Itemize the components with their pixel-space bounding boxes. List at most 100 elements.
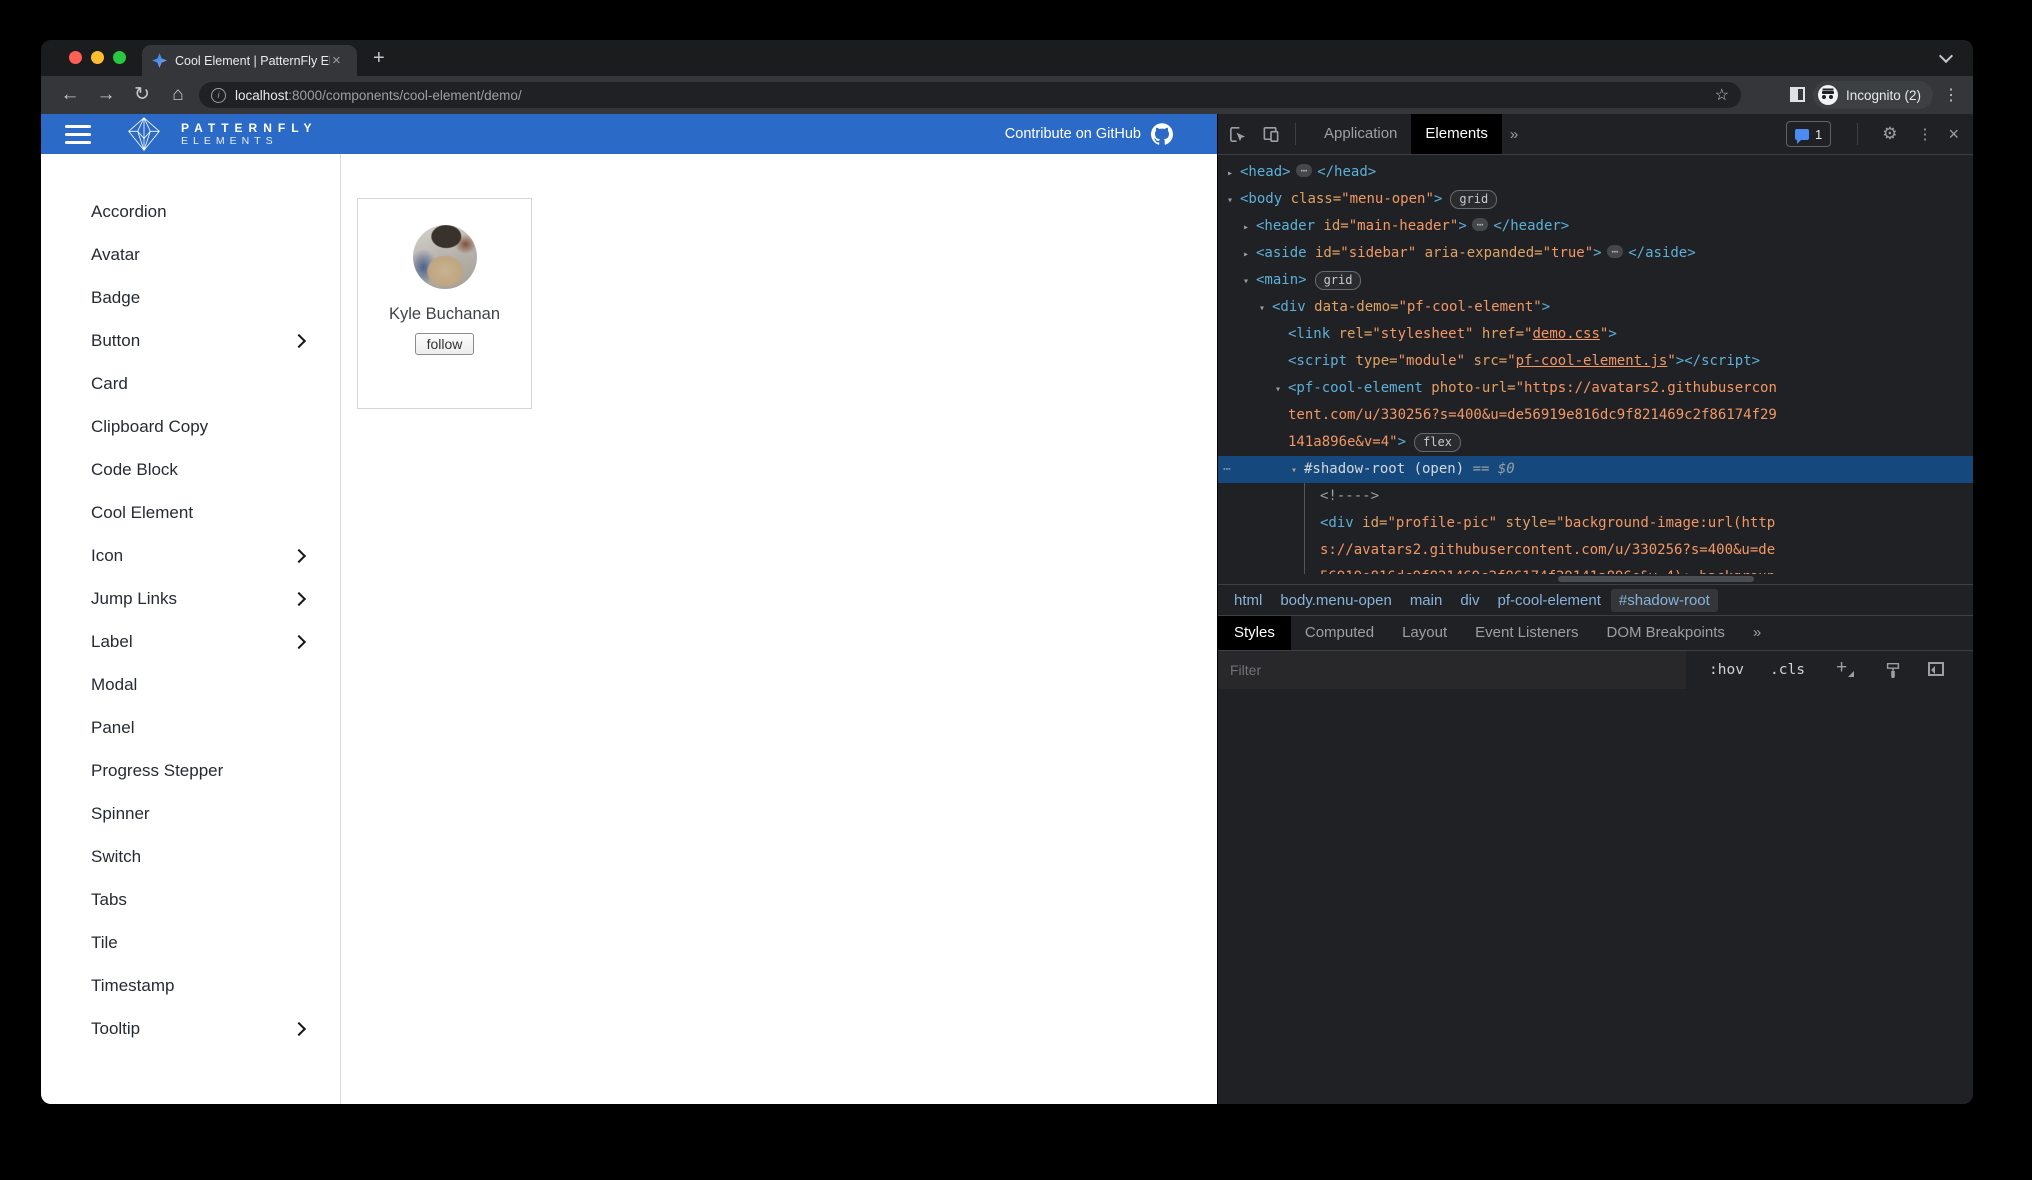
scrollbar-thumb[interactable] [1558, 576, 1754, 582]
sidebar-item-button[interactable]: Button [41, 319, 340, 362]
collapse-arrow-icon[interactable]: ▾ [1227, 187, 1240, 214]
more-panels-icon[interactable]: » [1739, 616, 1775, 650]
tab-search-icon[interactable] [1939, 49, 1953, 63]
side-panel-icon[interactable] [1790, 87, 1805, 102]
rendering-brush-icon[interactable] [1884, 661, 1902, 679]
minimize-window-button[interactable] [91, 51, 104, 64]
dom-node[interactable]: ▾<div data-demo="pf-cool-element"> [1218, 294, 1973, 321]
collapse-arrow-icon[interactable]: ▾ [1243, 268, 1256, 295]
site-info-icon[interactable]: i [211, 88, 226, 103]
sidebar-item-code-block[interactable]: Code Block [41, 448, 340, 491]
dom-node[interactable]: ▸<header id="main-header">⋯</header> [1218, 213, 1973, 240]
browser-menu-icon[interactable]: ⋮ [1943, 85, 1959, 105]
dom-node[interactable]: <!----> [1218, 483, 1973, 510]
hamburger-menu-icon[interactable] [65, 125, 91, 144]
breadcrumb-pf-cool-element[interactable]: pf-cool-element [1490, 589, 1609, 612]
new-style-rule-icon[interactable]: + [1836, 657, 1847, 679]
sidebar-item-avatar[interactable]: Avatar [41, 233, 340, 276]
sidebar-item-cool-element[interactable]: Cool Element [41, 491, 340, 534]
sidebar-item-tooltip[interactable]: Tooltip [41, 1007, 340, 1050]
tab-elements[interactable]: Elements [1411, 114, 1502, 154]
back-button[interactable]: ← [57, 76, 83, 114]
sidebar-item-progress-stepper[interactable]: Progress Stepper [41, 749, 340, 792]
dom-node[interactable]: ▾<body class="menu-open">grid [1218, 186, 1973, 213]
device-toolbar-icon[interactable] [1261, 125, 1281, 144]
styles-filter-bar: :hov .cls + [1218, 650, 1973, 689]
sidebar-item-icon[interactable]: Icon [41, 534, 340, 577]
sidebar-item-jump-links[interactable]: Jump Links [41, 577, 340, 620]
expand-inline-icon[interactable]: ⋯ [1607, 245, 1624, 258]
breadcrumb-main[interactable]: main [1402, 589, 1451, 612]
sidebar-item-switch[interactable]: Switch [41, 835, 340, 878]
dom-node-selected[interactable]: ⋯▾#shadow-root (open) == $0 [1218, 456, 1973, 483]
close-tab-icon[interactable]: × [332, 52, 341, 69]
panel-tab-dom-breakpoints[interactable]: DOM Breakpoints [1593, 616, 1739, 650]
breadcrumb-body-menu-open[interactable]: body.menu-open [1272, 589, 1399, 612]
expand-arrow-icon[interactable]: ▸ [1227, 160, 1240, 187]
new-tab-button[interactable]: + [373, 44, 385, 72]
home-button[interactable]: ⌂ [165, 76, 191, 114]
dom-node[interactable]: <script type="module" src="pf-cool-eleme… [1218, 348, 1973, 375]
toolbar-divider [1295, 123, 1296, 145]
incognito-badge[interactable]: Incognito (2) [1813, 81, 1933, 109]
panel-tab-layout[interactable]: Layout [1388, 616, 1461, 650]
bookmark-star-icon[interactable]: ☆ [1715, 85, 1729, 105]
sidebar-item-badge[interactable]: Badge [41, 276, 340, 319]
collapse-arrow-icon[interactable]: ▾ [1291, 457, 1304, 484]
address-bar[interactable]: i localhost:8000/components/cool-element… [199, 82, 1741, 108]
sidebar-item-timestamp[interactable]: Timestamp [41, 964, 340, 1007]
styles-filter-input[interactable] [1218, 651, 1686, 689]
toggle-hover-state[interactable]: :hov [1709, 662, 1744, 678]
sidebar-item-modal[interactable]: Modal [41, 663, 340, 706]
dom-node[interactable]: ▾<pf-cool-element photo-url="https://ava… [1218, 375, 1973, 402]
issues-counter[interactable]: 1 [1786, 121, 1831, 147]
tab-application[interactable]: Application [1310, 114, 1411, 154]
expand-inline-icon[interactable]: ⋯ [1472, 218, 1489, 231]
expand-arrow-icon[interactable]: ▸ [1243, 241, 1256, 268]
breadcrumb-div[interactable]: div [1452, 589, 1487, 612]
sidebar-item-card[interactable]: Card [41, 362, 340, 405]
dom-node[interactable]: 141a896e&v=4">flex [1218, 429, 1973, 456]
dom-node[interactable]: tent.com/u/330256?s=400&u=de56919e816dc9… [1218, 402, 1973, 429]
dom-node[interactable]: ▸<head>⋯</head> [1218, 159, 1973, 186]
dom-node[interactable]: <div id="profile-pic" style="background-… [1218, 510, 1973, 537]
contribute-link[interactable]: Contribute on GitHub [1005, 123, 1173, 145]
follow-button[interactable]: follow [415, 333, 475, 355]
toggle-class-editor[interactable]: .cls [1770, 662, 1805, 678]
close-window-button[interactable] [69, 51, 82, 64]
inspect-element-icon[interactable] [1228, 125, 1247, 144]
expand-arrow-icon[interactable]: ▸ [1243, 214, 1256, 241]
node-options-icon[interactable]: ⋯ [1223, 456, 1231, 483]
panel-tab-styles[interactable]: Styles [1218, 616, 1291, 650]
more-tabs-icon[interactable]: » [1502, 126, 1526, 143]
reload-button[interactable]: ↻ [129, 76, 155, 114]
panel-tab-computed[interactable]: Computed [1291, 616, 1388, 650]
settings-gear-icon[interactable]: ⚙ [1882, 124, 1897, 144]
dom-node[interactable]: ▸<aside id="sidebar" aria-expanded="true… [1218, 240, 1973, 267]
sidebar-item-tile[interactable]: Tile [41, 921, 340, 964]
devtools-menu-icon[interactable]: ⋮ [1917, 125, 1932, 143]
panel-tab-event-listeners[interactable]: Event Listeners [1461, 616, 1592, 650]
site-brand[interactable]: PATTERNFLY ELEMENTS [181, 122, 317, 147]
sidebar-item-accordion[interactable]: Accordion [41, 190, 340, 233]
browser-tab[interactable]: Cool Element | PatternFly Elem × [142, 45, 357, 76]
collapse-arrow-icon[interactable]: ▾ [1259, 295, 1272, 322]
sidebar-item-label[interactable]: Label [41, 620, 340, 663]
dom-node[interactable]: s://avatars2.githubusercontent.com/u/330… [1218, 537, 1973, 564]
collapse-arrow-icon[interactable]: ▾ [1275, 376, 1288, 403]
breadcrumb-html[interactable]: html [1226, 589, 1270, 612]
sidebar-item-panel[interactable]: Panel [41, 706, 340, 749]
sidebar-item-clipboard-copy[interactable]: Clipboard Copy [41, 405, 340, 448]
dom-node[interactable]: <link rel="stylesheet" href="demo.css"> [1218, 321, 1973, 348]
maximize-window-button[interactable] [113, 51, 126, 64]
dom-node[interactable]: 56919e816dc9f821469c2f86174f29141a896e&v… [1218, 564, 1973, 574]
close-devtools-icon[interactable]: × [1948, 124, 1959, 145]
forward-button[interactable]: → [93, 76, 119, 114]
dom-node[interactable]: ▾<main>grid [1218, 267, 1973, 294]
expand-inline-icon[interactable]: ⋯ [1296, 164, 1313, 177]
sidebar-item-spinner[interactable]: Spinner [41, 792, 340, 835]
dock-side-icon[interactable] [1928, 662, 1944, 676]
breadcrumb--shadow-root[interactable]: #shadow-root [1611, 589, 1718, 612]
horizontal-scrollbar[interactable] [1218, 574, 1973, 584]
sidebar-item-tabs[interactable]: Tabs [41, 878, 340, 921]
